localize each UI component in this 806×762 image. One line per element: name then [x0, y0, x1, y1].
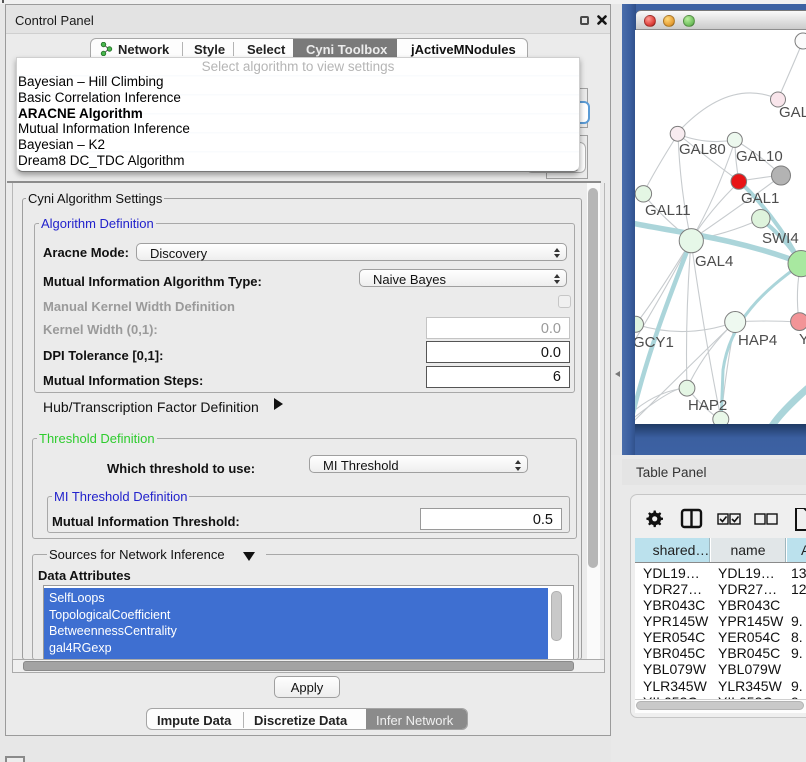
svg-text:SWI4: SWI4	[762, 230, 799, 247]
svg-text:GAL10: GAL10	[736, 148, 783, 165]
svg-text:HAP4: HAP4	[738, 332, 777, 349]
svg-text:GAL11: GAL11	[645, 202, 691, 219]
svg-text:GAL1: GAL1	[741, 190, 779, 207]
svg-text:GAL: GAL	[779, 104, 806, 121]
svg-text:HAP2: HAP2	[688, 397, 727, 414]
svg-text:GAL4: GAL4	[695, 253, 733, 270]
svg-text:GCY1: GCY1	[635, 334, 674, 351]
svg-text:Y: Y	[799, 331, 806, 348]
svg-text:GAL80: GAL80	[679, 141, 726, 158]
